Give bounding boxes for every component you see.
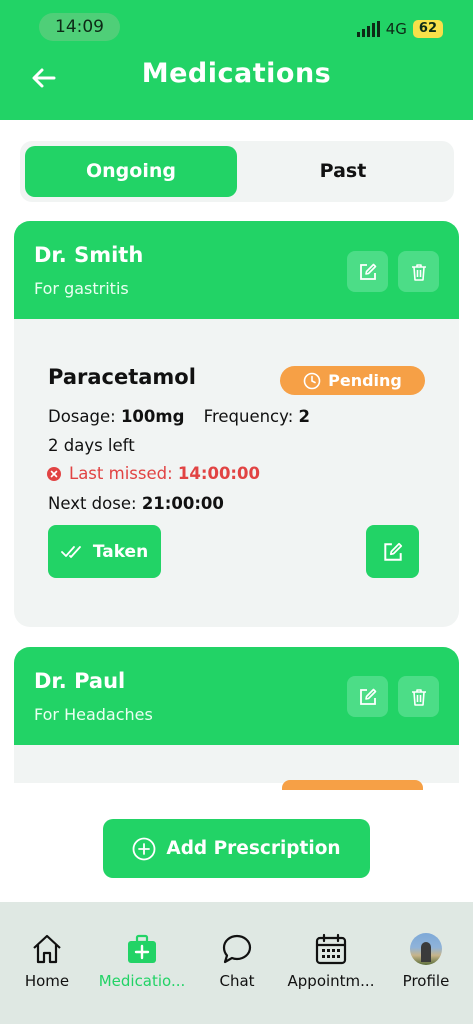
battery-level: 62 xyxy=(412,20,443,38)
chat-icon xyxy=(222,934,252,964)
nav-chat-label: Chat xyxy=(219,972,255,990)
edit-icon xyxy=(383,542,402,561)
double-check-icon xyxy=(60,545,81,558)
next-dose-line: Next dose: 21:00:00 xyxy=(48,494,224,513)
trash-icon xyxy=(411,688,426,706)
dosage-line: Dosage: 100mg Frequency: 2 xyxy=(48,407,310,426)
edit-medication-button[interactable] xyxy=(366,525,419,578)
nav-chat[interactable]: Chat xyxy=(192,932,282,990)
taken-label: Taken xyxy=(92,541,149,562)
prescription-card: Dr. Smith For gastritis Paracetamol Pend… xyxy=(14,221,459,627)
tab-ongoing[interactable]: Ongoing xyxy=(25,146,237,197)
status-badge-peek xyxy=(282,780,423,790)
prescription-card: Dr. Paul For Headaches xyxy=(14,647,459,783)
signal-icon xyxy=(356,21,380,37)
nav-medications[interactable]: Medicatio... xyxy=(97,932,187,990)
dosage-label: Dosage: xyxy=(48,407,116,426)
next-dose-value: 21:00:00 xyxy=(141,494,224,513)
tab-past[interactable]: Past xyxy=(237,146,449,197)
add-prescription-label: Add Prescription xyxy=(166,838,341,859)
frequency-label: Frequency: xyxy=(203,407,294,426)
status-time: 14:09 xyxy=(39,13,120,41)
edit-icon xyxy=(359,263,376,280)
last-missed-label: Last missed: xyxy=(69,464,173,483)
dosage-value: 100mg xyxy=(120,407,185,426)
avatar xyxy=(410,933,442,965)
medical-kit-icon xyxy=(128,934,156,963)
last-missed-value: 14:00:00 xyxy=(177,464,260,483)
app-header: 14:09 4G 62 Medications xyxy=(0,0,473,120)
nav-appointments[interactable]: Appointm... xyxy=(286,932,376,990)
add-prescription-button[interactable]: Add Prescription xyxy=(103,819,370,878)
clock-icon xyxy=(303,372,321,389)
prescription-card-header: Dr. Paul For Headaches xyxy=(14,647,459,745)
network-type: 4G xyxy=(385,20,407,38)
nav-profile[interactable]: Profile xyxy=(381,932,471,990)
days-left: 2 days left xyxy=(48,436,135,455)
nav-home-label: Home xyxy=(24,972,70,990)
bottom-nav: Home Medicatio... Chat Appointm... Profi… xyxy=(0,902,473,1024)
medication-name: Paracetamol xyxy=(48,365,196,389)
edit-prescription-button[interactable] xyxy=(347,251,388,292)
medication-item: Paracetamol Pending Dosage: 100mg Freque… xyxy=(26,333,447,617)
next-dose-label: Next dose: xyxy=(48,494,137,513)
page-title: Medications xyxy=(141,58,332,89)
status-badge: Pending xyxy=(280,366,425,395)
prescription-card-header: Dr. Smith For gastritis xyxy=(14,221,459,319)
status-indicators: 4G 62 xyxy=(356,20,443,38)
delete-prescription-button[interactable] xyxy=(398,251,439,292)
calendar-icon xyxy=(315,933,347,965)
delete-prescription-button[interactable] xyxy=(398,676,439,717)
edit-prescription-button[interactable] xyxy=(347,676,388,717)
last-missed-line: Last missed: 14:00:00 xyxy=(46,464,260,483)
edit-icon xyxy=(359,688,376,705)
nav-home[interactable]: Home xyxy=(2,932,92,990)
nav-medications-label: Medicatio... xyxy=(98,972,186,990)
tab-bar: Ongoing Past xyxy=(20,141,454,202)
status-badge-label: Pending xyxy=(328,371,402,390)
trash-icon xyxy=(411,263,426,281)
nav-profile-label: Profile xyxy=(402,972,450,990)
taken-button[interactable]: Taken xyxy=(48,525,161,578)
frequency-value: 2 xyxy=(298,407,310,426)
error-icon xyxy=(47,466,61,481)
plus-circle-icon xyxy=(132,837,156,860)
home-icon xyxy=(33,934,61,964)
nav-appointments-label: Appointm... xyxy=(287,972,375,990)
